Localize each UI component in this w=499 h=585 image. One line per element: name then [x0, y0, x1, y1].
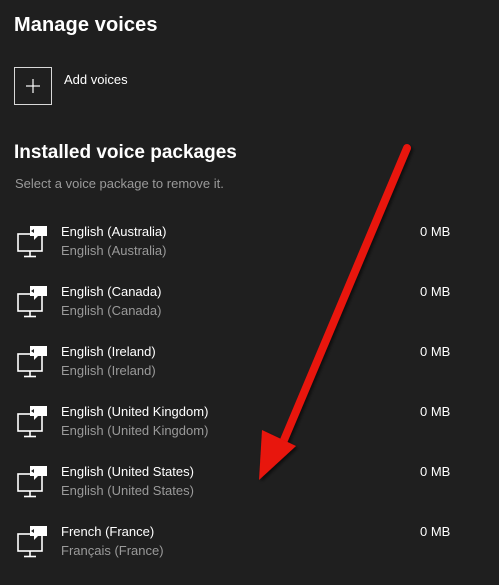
page-title: Manage voices: [14, 14, 158, 36]
voice-name: English (Ireland): [61, 344, 156, 359]
plus-icon[interactable]: [14, 67, 52, 105]
voice-size: 0 MB: [420, 464, 451, 479]
voice-native-name: English (Ireland): [61, 363, 156, 378]
voice-item-fr-fr[interactable]: French (France) Français (France) 0 MB: [0, 520, 499, 580]
installed-voices-hint: Select a voice package to remove it.: [15, 176, 224, 191]
speech-monitor-icon: [17, 226, 47, 258]
voice-native-name: English (Australia): [61, 243, 167, 258]
voice-native-name: English (United States): [61, 483, 194, 498]
voice-size: 0 MB: [420, 224, 451, 239]
add-voices-button[interactable]: Add voices: [14, 67, 128, 105]
voice-native-name: Français (France): [61, 543, 164, 558]
installed-voices-heading: Installed voice packages: [14, 142, 237, 163]
voice-size: 0 MB: [420, 524, 451, 539]
voice-native-name: English (United Kingdom): [61, 423, 209, 438]
speech-monitor-icon: [17, 526, 47, 558]
voice-package-list: English (Australia) English (Australia) …: [0, 220, 499, 580]
voice-native-name: English (Canada): [61, 303, 162, 318]
voice-item-en-us[interactable]: English (United States) English (United …: [0, 460, 499, 520]
add-voices-label[interactable]: Add voices: [64, 72, 128, 87]
voice-name: English (Canada): [61, 284, 162, 299]
voice-name: English (Australia): [61, 224, 167, 239]
speech-monitor-icon: [17, 466, 47, 498]
voice-name: French (France): [61, 524, 155, 539]
speech-monitor-icon: [17, 406, 47, 438]
speech-monitor-icon: [17, 346, 47, 378]
speech-monitor-icon: [17, 286, 47, 318]
voice-size: 0 MB: [420, 404, 451, 419]
voice-item-en-ie[interactable]: English (Ireland) English (Ireland) 0 MB: [0, 340, 499, 400]
voice-size: 0 MB: [420, 344, 451, 359]
voice-name: English (United Kingdom): [61, 404, 209, 419]
voice-item-en-gb[interactable]: English (United Kingdom) English (United…: [0, 400, 499, 460]
voice-item-en-ca[interactable]: English (Canada) English (Canada) 0 MB: [0, 280, 499, 340]
voice-item-en-au[interactable]: English (Australia) English (Australia) …: [0, 220, 499, 280]
voice-name: English (United States): [61, 464, 194, 479]
voice-size: 0 MB: [420, 284, 451, 299]
